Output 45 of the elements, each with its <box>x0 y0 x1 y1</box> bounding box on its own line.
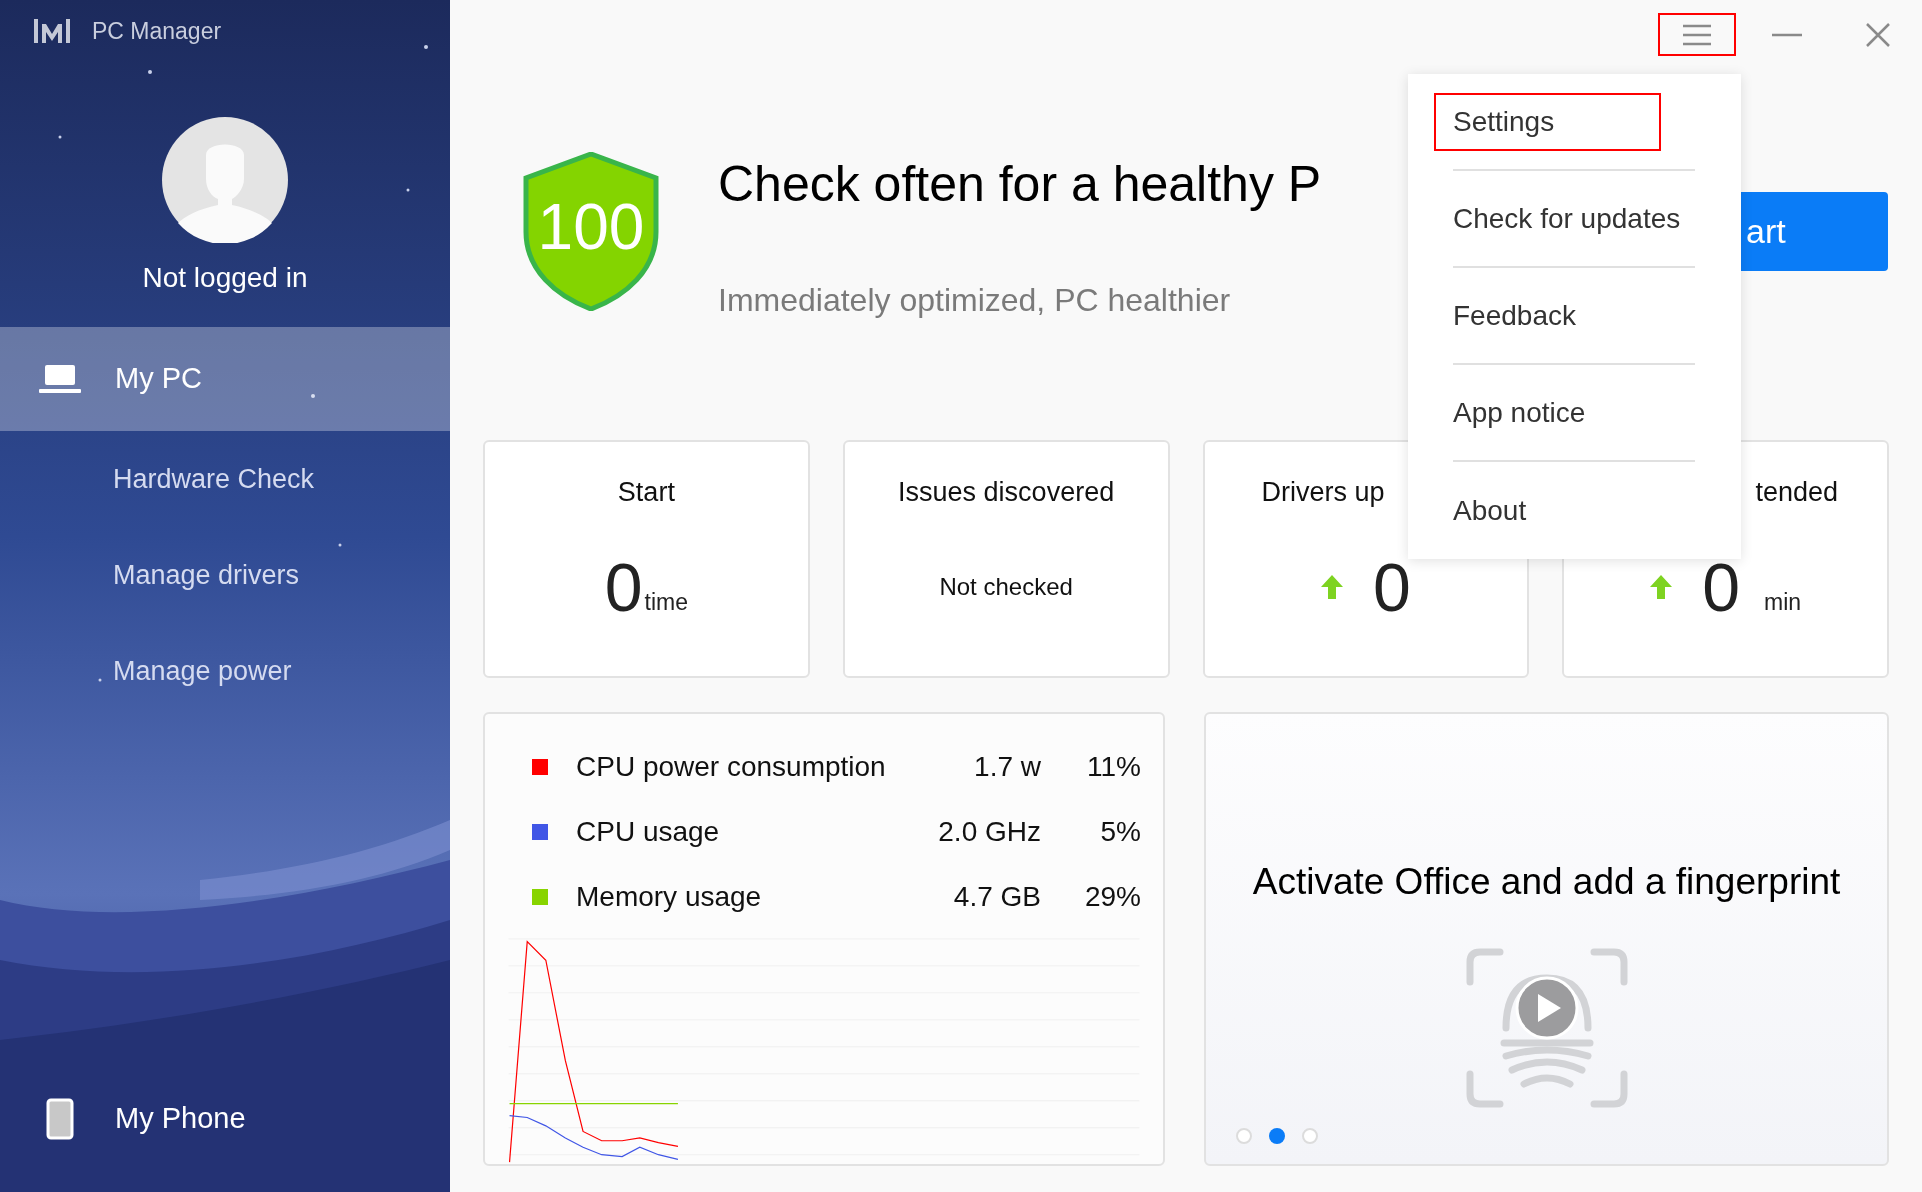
metric-value: 2.0 GHz <box>937 814 1041 849</box>
laptop-icon <box>38 364 81 394</box>
health-score: 100 <box>537 189 645 265</box>
stat-unit: time <box>644 587 688 617</box>
metric-label: CPU power consumption <box>576 749 887 784</box>
sidebar-item[interactable]: Hardware Check <box>0 431 450 527</box>
phone-icon <box>45 1098 74 1140</box>
fingerprint-video-icon[interactable] <box>1465 947 1628 1108</box>
metric-value: 4.7 GB <box>952 879 1041 914</box>
avatar[interactable] <box>162 117 288 243</box>
menu-button[interactable] <box>1658 13 1736 56</box>
minimize-icon <box>1772 32 1802 37</box>
metric-percent: 29% <box>1083 879 1141 914</box>
metric-label: Memory usage <box>576 879 763 914</box>
app-logo <box>34 18 70 44</box>
promo-title: Activate Office and add a fingerprint <box>1252 860 1841 904</box>
metric-label: CPU usage <box>576 814 721 849</box>
sidebar-item[interactable]: Manage drivers <box>0 527 450 623</box>
menu-item[interactable]: Feedback <box>1434 286 1661 345</box>
shield-icon <box>522 152 660 311</box>
hero-subtitle: Immediately optimized, PC healthier <box>718 281 1232 320</box>
menu-item[interactable]: About <box>1434 481 1661 540</box>
promo-card[interactable]: Activate Office and add a fingerprint <box>1204 712 1889 1166</box>
stat-value: 0 <box>1372 551 1411 624</box>
menu-icon <box>1682 23 1712 46</box>
login-status[interactable]: Not logged in <box>142 257 308 299</box>
stat-title: tended <box>1755 477 1838 507</box>
stat-title: Drivers up <box>1261 477 1385 507</box>
menu-item[interactable]: Check for updates <box>1434 189 1695 248</box>
stat-value: Not checked <box>939 572 1073 603</box>
stat-unit: min <box>1764 587 1802 617</box>
stat-title: Issues discovered <box>898 477 1115 507</box>
metric-percent: 5% <box>1099 814 1141 849</box>
app-title: PC Manager <box>92 16 222 46</box>
stat-value: 0 <box>1702 551 1740 624</box>
sidebar-item[interactable]: Manage power <box>0 623 450 719</box>
metric-percent: 11% <box>1086 749 1141 784</box>
metric-value: 1.7 w <box>973 749 1041 784</box>
menu-item[interactable]: App notice <box>1434 383 1661 442</box>
sidebar-item[interactable]: My PC <box>0 327 450 431</box>
stat-title: Start <box>617 477 675 507</box>
menu-item[interactable]: Settings <box>1434 92 1661 151</box>
hero-title: Check often for a healthy P <box>718 155 1322 214</box>
stat-value: 0 <box>604 551 643 624</box>
close-icon <box>1866 22 1890 47</box>
